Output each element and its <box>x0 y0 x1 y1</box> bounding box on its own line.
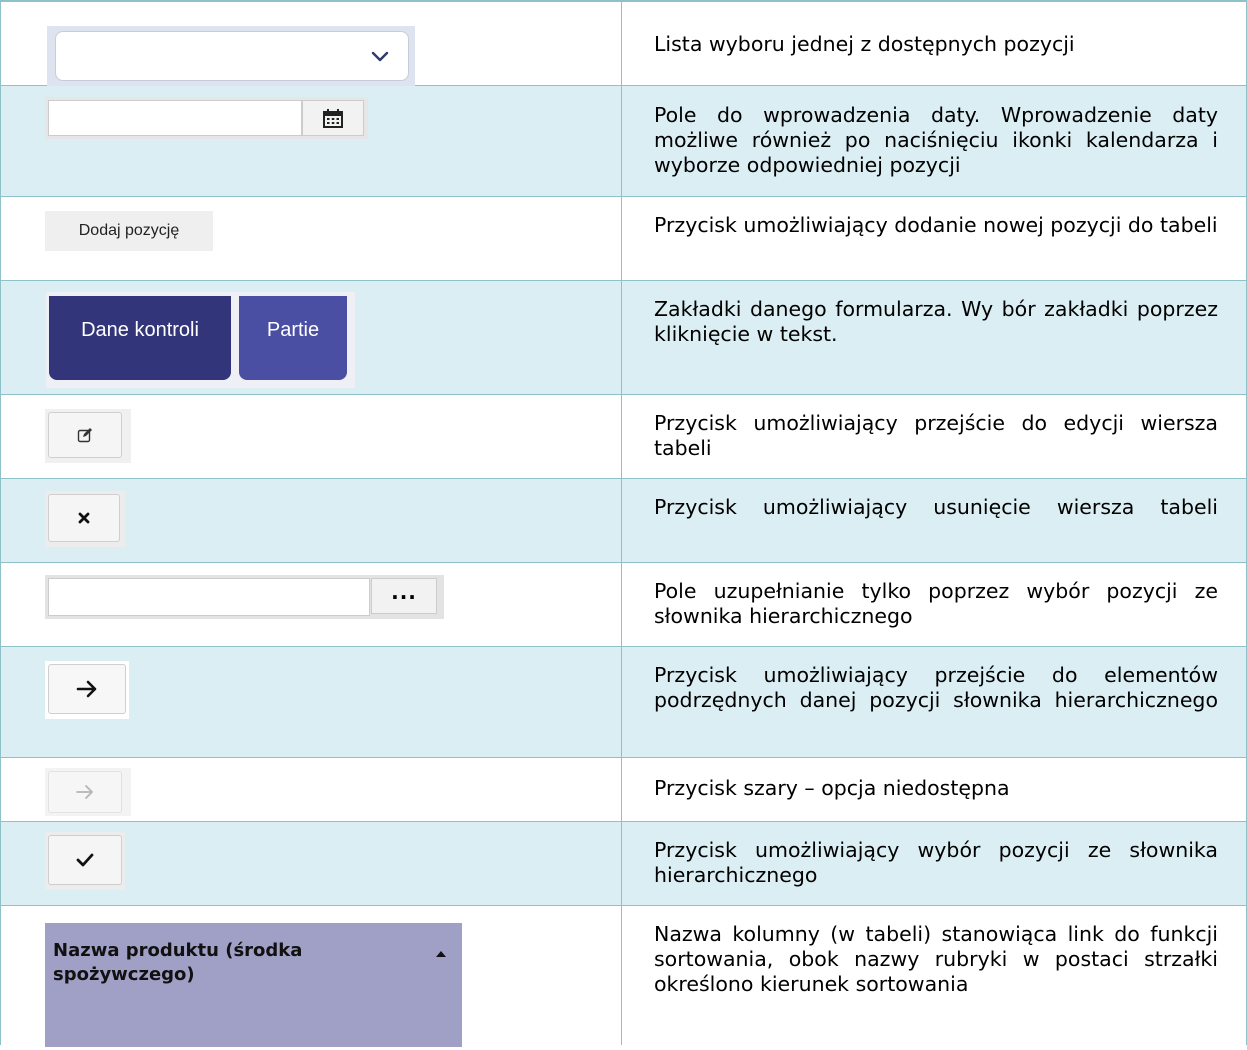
delete-button-sample <box>45 490 125 547</box>
date-input[interactable] <box>48 99 302 136</box>
description-cell: Przycisk umożliwiający przejście do elem… <box>621 645 1247 757</box>
widget-cell <box>0 393 622 478</box>
legend-row: Nazwa produktu (środka spożywczego) Nazw… <box>0 904 1247 1047</box>
widget-cell: Dodaj pozycję <box>0 195 622 280</box>
widget-cell <box>0 0 622 86</box>
description-text: Lista wyboru jednej z dostępnych pozycji <box>654 32 1075 56</box>
edit-button[interactable] <box>48 411 122 458</box>
widget-cell <box>0 645 622 757</box>
description-text: Przycisk szary – opcja niedostępna <box>654 775 1010 800</box>
check-button[interactable] <box>48 834 122 885</box>
description-cell: Nazwa kolumny (w tabeli) stanowiąca link… <box>621 904 1247 1045</box>
tab-partie[interactable]: Partie <box>239 295 347 380</box>
calendar-button[interactable] <box>302 99 364 136</box>
arrow-button[interactable] <box>48 663 126 714</box>
dictionary-browse-button[interactable]: ... <box>371 577 437 614</box>
description-text: Przycisk umożliwiający przejście do edyc… <box>654 410 1218 460</box>
legend-row: ... Pole uzupełnianie tylko poprzez wybó… <box>0 561 1247 646</box>
description-text: Przycisk umożliwiający usunięcie wiersza… <box>654 494 1218 519</box>
edit-button-sample <box>45 408 131 463</box>
description-cell: Przycisk szary – opcja niedostępna <box>621 756 1247 821</box>
arrow-right-icon <box>76 784 93 799</box>
dictionary-input[interactable] <box>48 577 370 616</box>
column-header-label[interactable]: Nazwa produktu (środka spożywczego) <box>53 939 353 987</box>
description-text: Zakładki danego formularza. Wy bór zakła… <box>654 296 1218 346</box>
legend-row: Dane kontroli Partie Zakładki danego for… <box>0 279 1247 394</box>
dictionary-field-sample: ... <box>45 574 444 619</box>
description-cell: Lista wyboru jednej z dostępnych pozycji <box>621 0 1247 85</box>
description-text: Pole uzupełnianie tylko poprzez wybór po… <box>654 578 1218 628</box>
tabs-sample: Dane kontroli Partie <box>46 291 355 388</box>
chevron-down-icon <box>371 51 389 62</box>
check-button-sample <box>45 831 125 890</box>
legend-row: Przycisk umożliwiający wybór pozycji ze … <box>0 820 1247 905</box>
arrow-button-sample <box>45 660 129 719</box>
description-text: Pole do wprowadzenia daty. Wprowadzenie … <box>654 102 1218 177</box>
widget-cell <box>0 84 622 196</box>
select-sample <box>47 26 415 86</box>
description-cell: Przycisk umożliwiający usunięcie wiersza… <box>621 477 1247 562</box>
close-icon <box>78 512 90 523</box>
widget-cell <box>0 820 622 905</box>
legend-row: Pole do wprowadzenia daty. Wprowadzenie … <box>0 84 1247 196</box>
tab-dane-kontroli[interactable]: Dane kontroli <box>49 295 231 380</box>
legend-row: Lista wyboru jednej z dostępnych pozycji <box>0 0 1247 86</box>
legend-row: Przycisk umożliwiający usunięcie wiersza… <box>0 477 1247 562</box>
description-cell: Przycisk umożliwiający wybór pozycji ze … <box>621 820 1247 905</box>
description-cell: Przycisk umożliwiający przejście do edyc… <box>621 393 1247 478</box>
date-field-sample <box>45 96 368 139</box>
description-cell: Pole do wprowadzenia daty. Wprowadzenie … <box>621 84 1247 196</box>
select-dropdown[interactable] <box>55 31 409 81</box>
legend-row: Przycisk umożliwiający przejście do elem… <box>0 645 1247 757</box>
sortable-column-header[interactable]: Nazwa produktu (środka spożywczego) <box>45 922 462 1047</box>
legend-row: Dodaj pozycję Przycisk umożliwiający dod… <box>0 195 1247 280</box>
legend-table: Lista wyboru jednej z dostępnych pozycji <box>0 0 1247 1047</box>
description-cell: Zakładki danego formularza. Wy bór zakła… <box>621 279 1247 394</box>
widget-cell: ... <box>0 561 622 646</box>
description-text: Przycisk umożliwiający dodanie nowej poz… <box>654 212 1218 237</box>
description-cell: Przycisk umożliwiający dodanie nowej poz… <box>621 195 1247 280</box>
check-icon <box>76 853 94 866</box>
description-text: Przycisk umożliwiający wybór pozycji ze … <box>654 837 1218 887</box>
description-text: Przycisk umożliwiający przejście do elem… <box>654 662 1218 712</box>
widget-cell <box>0 477 622 562</box>
widget-cell: Dane kontroli Partie <box>0 279 622 394</box>
calendar-icon <box>323 108 343 128</box>
legend-row: Przycisk szary – opcja niedostępna <box>0 756 1247 821</box>
description-text: Nazwa kolumny (w tabeli) stanowiąca link… <box>654 921 1218 996</box>
arrow-button-disabled <box>48 770 122 813</box>
add-item-button[interactable]: Dodaj pozycję <box>45 210 213 251</box>
arrow-button-disabled-sample <box>45 767 131 816</box>
edit-icon <box>77 427 92 442</box>
arrow-right-icon <box>76 680 97 697</box>
widget-cell: Nazwa produktu (środka spożywczego) <box>0 904 622 1047</box>
description-cell: Pole uzupełnianie tylko poprzez wybór po… <box>621 561 1247 646</box>
delete-button[interactable] <box>48 493 120 542</box>
widget-cell <box>0 756 622 821</box>
legend-row: Przycisk umożliwiający przejście do edyc… <box>0 393 1247 478</box>
sort-caret-up-icon <box>436 950 446 957</box>
